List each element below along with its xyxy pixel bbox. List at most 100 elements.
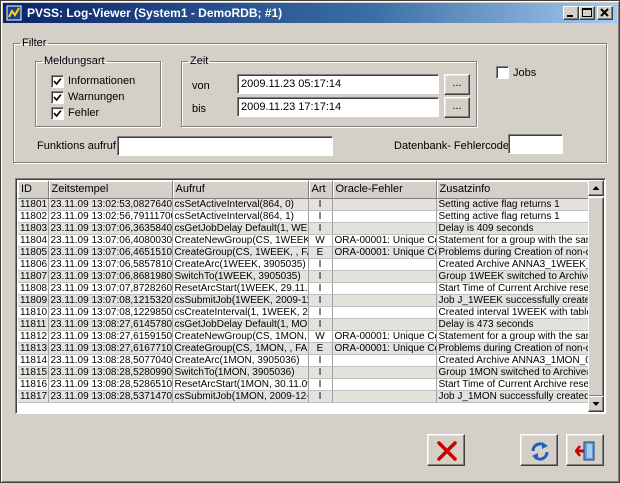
column-header-art[interactable]: Art xyxy=(308,181,333,199)
cell-oracle-fehler xyxy=(332,282,437,295)
von-datetime-field[interactable]: 2009.11.23 05:17:14 xyxy=(237,74,439,94)
table-row[interactable]: 11815 23.11.09 13:08:28,528099000 SwitchTo… xyxy=(18,366,591,379)
cell-zeitstempel: 23.11.09 13:07:06,363584000 xyxy=(48,222,173,235)
cell-zusatzinfo: Job J_1WEEK successfully created xyxy=(436,294,591,307)
pvss-app-icon xyxy=(6,5,22,21)
informationen-checkbox[interactable] xyxy=(51,75,64,88)
cell-oracle-fehler xyxy=(332,354,437,367)
vertical-scrollbar[interactable] xyxy=(588,180,604,412)
cell-oracle-fehler: ORA-00001: Unique Cor xyxy=(332,234,437,247)
cell-id: 11815 xyxy=(18,366,49,379)
cell-id: 11811 xyxy=(18,318,49,331)
table-row[interactable]: 11808 23.11.09 13:07:07,872826000 ResetArc… xyxy=(18,282,591,295)
column-header-id[interactable]: ID xyxy=(18,181,49,199)
fehler-checkbox[interactable] xyxy=(51,107,64,120)
cell-zusatzinfo: Start Time of Current Archive reset xyxy=(436,378,591,391)
jobs-checkbox[interactable] xyxy=(496,66,509,79)
cancel-button[interactable] xyxy=(427,434,465,466)
bis-datetime-field[interactable]: 2009.11.23 17:17:14 xyxy=(237,97,439,117)
bis-picker-button[interactable]: ... xyxy=(444,97,470,118)
funktionsaufruf-label: Funktions aufruf xyxy=(37,140,116,152)
table-row[interactable]: 11803 23.11.09 13:07:06,363584000 csGetJob… xyxy=(18,222,591,235)
log-table-panel: ID Zeitstempel Aufruf Art Oracle-Fehler … xyxy=(15,178,606,414)
cell-oracle-fehler xyxy=(332,378,437,391)
funktionsaufruf-input[interactable] xyxy=(117,136,333,156)
minimize-button[interactable] xyxy=(563,6,579,20)
warnungen-label: Warnungen xyxy=(68,91,125,103)
minimize-icon xyxy=(567,15,573,17)
cell-zeitstempel: 23.11.09 13:08:27,614578000 xyxy=(48,318,173,331)
cell-oracle-fehler: ORA-00001: Unique Cor xyxy=(332,330,437,343)
cell-zeitstempel: 23.11.09 13:08:28,528651000 xyxy=(48,378,173,391)
cell-id: 11802 xyxy=(18,210,49,223)
title-bar[interactable]: PVSS: Log-Viewer (System1 - DemoRDB; #1) xyxy=(3,3,617,23)
cell-oracle-fehler: ORA-00001: Unique Cor xyxy=(332,246,437,259)
column-header-zeitstempel[interactable]: Zeitstempel xyxy=(48,181,173,199)
cell-id: 11817 xyxy=(18,390,49,403)
table-row[interactable]: 11801 23.11.09 13:02:53,082764000 csSetAct… xyxy=(18,198,591,211)
table-row[interactable]: 11817 23.11.09 13:08:28,537147000 csSubmit… xyxy=(18,390,591,403)
refresh-button[interactable] xyxy=(520,434,558,466)
scroll-up-button[interactable] xyxy=(588,180,604,196)
table-row[interactable]: 11804 23.11.09 13:07:06,408003000 CreateNe… xyxy=(18,234,591,247)
cell-art: I xyxy=(308,198,333,211)
table-row[interactable]: 11811 23.11.09 13:08:27,614578000 csGetJob… xyxy=(18,318,591,331)
table-row[interactable]: 11812 23.11.09 13:08:27,615915000 CreateNe… xyxy=(18,330,591,343)
table-row[interactable]: 11802 23.11.09 13:02:56,791117000 csSetAct… xyxy=(18,210,591,223)
cell-zusatzinfo: Problems during Creation of non-dyn xyxy=(436,342,591,355)
maximize-button[interactable] xyxy=(579,6,595,20)
cell-zeitstempel: 23.11.09 13:02:53,082764000 xyxy=(48,198,173,211)
cell-zusatzinfo: Group 1WEEK switched to Archive# 3 xyxy=(436,270,591,283)
scroll-down-button[interactable] xyxy=(588,396,604,412)
cell-aufruf: CreateNewGroup(CS, 1WEEK, 1 xyxy=(172,234,309,247)
table-row[interactable]: 11810 23.11.09 13:07:08,122985000 csCreate… xyxy=(18,306,591,319)
table-row[interactable]: 11813 23.11.09 13:08:27,616771000 CreateGr… xyxy=(18,342,591,355)
bis-label: bis xyxy=(192,103,207,115)
cell-aufruf: csSubmitJob(1WEEK, 2009-11-3 xyxy=(172,294,309,307)
table-row[interactable]: 11814 23.11.09 13:08:28,507704000 CreateAr… xyxy=(18,354,591,367)
log-viewer-window: PVSS: Log-Viewer (System1 - DemoRDB; #1)… xyxy=(0,0,620,483)
checkmark-icon xyxy=(53,93,62,102)
cell-oracle-fehler xyxy=(332,210,437,223)
cell-aufruf: SwitchTo(1MON, 3905036) xyxy=(172,366,309,379)
table-row[interactable]: 11806 23.11.09 13:07:06,585781000 CreateAr… xyxy=(18,258,591,271)
cell-oracle-fehler xyxy=(332,258,437,271)
column-header-oracle-fehler[interactable]: Oracle-Fehler xyxy=(332,181,437,199)
scrollbar-thumb[interactable] xyxy=(588,197,604,397)
cell-art: I xyxy=(308,366,333,379)
cell-art: I xyxy=(308,378,333,391)
cell-art: I xyxy=(308,282,333,295)
cell-art: E xyxy=(308,246,333,259)
fehlercode-input[interactable] xyxy=(508,134,563,154)
cell-art: I xyxy=(308,390,333,403)
cell-id: 11801 xyxy=(18,198,49,211)
cell-id: 11806 xyxy=(18,258,49,271)
table-row[interactable]: 11807 23.11.09 13:07:06,868198000 SwitchTo… xyxy=(18,270,591,283)
von-picker-button[interactable]: ... xyxy=(444,74,470,95)
cell-id: 11814 xyxy=(18,354,49,367)
zeit-legend: Zeit xyxy=(190,55,209,67)
cell-aufruf: CreateGroup(CS, 1MON, , FALS xyxy=(172,342,309,355)
column-header-zusatzinfo[interactable]: Zusatzinfo xyxy=(436,181,591,199)
cell-zeitstempel: 23.11.09 13:07:06,408003000 xyxy=(48,234,173,247)
cell-aufruf: SwitchTo(1WEEK, 3905035) xyxy=(172,270,309,283)
close-button[interactable] xyxy=(597,6,613,20)
informationen-label: Informationen xyxy=(68,75,136,87)
cell-zusatzinfo: Group 1MON switched to Archive# 39 xyxy=(436,366,591,379)
fehlercode-label: Datenbank- Fehlercode xyxy=(394,140,509,152)
table-row[interactable]: 11805 23.11.09 13:07:06,465151000 CreateGr… xyxy=(18,246,591,259)
table-row[interactable]: 11816 23.11.09 13:08:28,528651000 ResetArc… xyxy=(18,378,591,391)
cell-zusatzinfo: Created interval 1WEEK with tables, xyxy=(436,306,591,319)
meldungsart-legend: Meldungsart xyxy=(44,55,105,67)
cell-id: 11816 xyxy=(18,378,49,391)
column-header-aufruf[interactable]: Aufruf xyxy=(172,181,309,199)
cell-aufruf: CreateNewGroup(CS, 1MON, 1 xyxy=(172,330,309,343)
refresh-arrows-icon xyxy=(531,442,549,461)
cell-zeitstempel: 23.11.09 13:08:28,507704000 xyxy=(48,354,173,367)
warnungen-checkbox[interactable] xyxy=(51,91,64,104)
cell-art: I xyxy=(308,306,333,319)
cell-zusatzinfo: Delay is 473 seconds xyxy=(436,318,591,331)
table-row[interactable]: 11809 23.11.09 13:07:08,121532000 csSubmit… xyxy=(18,294,591,307)
exit-button[interactable] xyxy=(566,434,604,466)
cell-art: W xyxy=(308,234,333,247)
